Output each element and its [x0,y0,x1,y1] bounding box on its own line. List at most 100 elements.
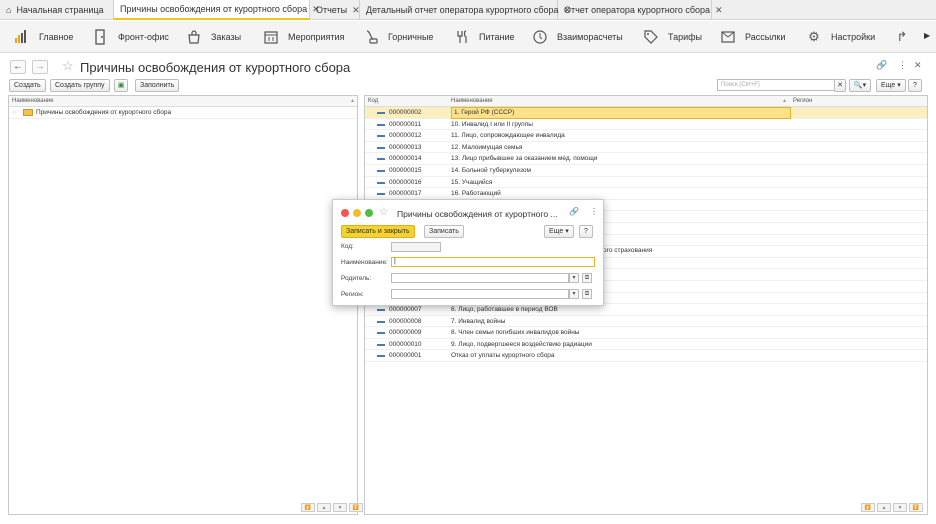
region-open-icon[interactable]: ⧉ [582,289,592,299]
tab-detailed-report[interactable]: Детальный отчет оператора курортного сбо… [360,0,571,20]
tab-home[interactable]: ⌂ Начальная страница [0,0,114,20]
list-navigation: ⏫ ▲ ▼ ⏬ [301,503,363,512]
row-code: 000000002 [389,109,422,116]
column-header-code[interactable]: Код [368,96,378,107]
row-name: 14. Больной туберкулезом [451,166,531,174]
parent-dropdown-icon[interactable]: ▾ [569,273,579,283]
tab-operator-report[interactable]: Отчет оператора курортного сбора ✕ [558,0,723,20]
menu-orders[interactable]: Заказы [186,21,241,53]
table-row[interactable]: 000000011 10. Инвалид I или II группы [365,119,927,131]
table-row[interactable]: 000000013 12. Малоимущая семья [365,142,927,154]
item-icon [377,158,385,161]
column-header-name[interactable]: Наименование ▴ [9,96,357,107]
table-row[interactable]: 000000008 7. Инвалид войны [365,316,927,328]
favorite-star-icon[interactable]: ☆ [62,58,74,74]
more-button[interactable]: Еще ▾ [544,225,574,238]
more-vertical-icon[interactable]: ⋮ [898,60,907,71]
table-row[interactable]: 000000010 9. Лицо, подвергшееся воздейств… [365,339,927,351]
region-dropdown-icon[interactable]: ▾ [569,289,579,299]
table-row[interactable]: 000000002 1. Герой РФ (СССР) [365,107,927,119]
column-header-region[interactable]: Регион [793,96,812,107]
more-vertical-icon[interactable]: ⋮ [590,207,598,216]
scroll-up-button[interactable]: ▲ [317,503,331,512]
scroll-down-button[interactable]: ▼ [333,503,347,512]
clear-search-button[interactable]: ✕ [834,79,846,92]
favorite-star-icon[interactable]: ☆ [379,205,389,218]
tab-reports[interactable]: Отчеты ✕ [310,0,360,20]
menu-label: Настройки [831,31,876,42]
save-button[interactable]: Записать [424,225,464,238]
excel-export-button[interactable]: ▣ [114,79,128,92]
menu-main[interactable]: Главное [14,21,73,53]
fill-button[interactable]: Заполнить [135,79,180,92]
menu-label: Заказы [211,31,242,42]
link-icon[interactable]: 🔗 [876,60,887,71]
menu-settings[interactable]: ⚙ Настройки [806,21,875,53]
scroll-first-button[interactable]: ⏫ [861,503,875,512]
table-row[interactable]: 000000016 15. Учащийся [365,177,927,189]
help-button[interactable]: ? [579,225,593,238]
table-row[interactable]: 000000009 8. Член семьи погибших инвалидо… [365,327,927,339]
forward-button[interactable]: → [32,60,48,74]
menu-food[interactable]: Питание [454,21,515,53]
save-and-close-button[interactable]: Записать и закрыть [341,225,415,238]
menu-mailings[interactable]: Рассылки [720,21,785,53]
region-field[interactable] [391,289,569,299]
row-name: 1. Герой РФ (СССР) [451,107,791,119]
sort-icon: ▴ [783,98,787,104]
menu-events[interactable]: Мероприятия [263,21,344,53]
menu-extra[interactable]: ↱ [894,21,919,53]
menu-front-office[interactable]: Фронт-офис [93,21,169,53]
close-icon[interactable]: ✕ [352,5,360,16]
search-button[interactable]: 🔍▾ [849,79,871,92]
row-name-text: 1. Герой РФ (СССР) [451,107,791,119]
list-header: Код Наименование ▴ Регион [365,96,927,107]
create-group-button[interactable]: Создать группу [50,79,110,92]
menu-tariffs[interactable]: Тарифы [643,21,702,53]
mail-icon [720,29,736,45]
maximize-dot-icon[interactable] [365,209,373,217]
scroll-last-button[interactable]: ⏬ [909,503,923,512]
column-header-name[interactable]: Наименование [451,96,493,107]
scroll-down-button[interactable]: ▼ [893,503,907,512]
close-icon[interactable]: ✕ [715,5,723,16]
scroll-last-button[interactable]: ⏬ [349,503,363,512]
tree-root-row[interactable]: ○ Причины освобождения от курортного сбо… [9,107,357,119]
table-row[interactable]: 000000012 11. Лицо, сопровождающее инвали… [365,130,927,142]
back-button[interactable]: ← [10,60,26,74]
close-dot-icon[interactable] [341,209,349,217]
parent-field[interactable] [391,273,569,283]
minimize-dot-icon[interactable] [353,209,361,217]
more-button[interactable]: Еще ▾ [876,79,906,92]
more-label: Еще [881,82,896,89]
row-code: 000000017 [389,190,422,198]
door-icon [93,28,109,45]
row-name: 10. Инвалид I или II группы [451,120,533,128]
scroll-first-button[interactable]: ⏫ [301,503,315,512]
code-label: Код: [341,243,354,250]
tab-reasons[interactable]: Причины освобождения от курортного сбора… [114,0,320,20]
expand-icon[interactable]: ○ [12,107,16,119]
code-field[interactable] [391,242,441,252]
search-input[interactable]: Поиск (Ctrl+F) [717,79,845,91]
table-row[interactable]: 000000017 16. Работающий [365,188,927,200]
exchange-icon [532,29,548,45]
close-icon[interactable]: ✕ [914,60,922,71]
name-field[interactable]: | [391,257,595,267]
sort-icon: ▴ [350,98,354,104]
table-row[interactable]: 000000014 13. Лицо прибывшее за оказанием… [365,153,927,165]
menu-maids[interactable]: Горничные [363,21,433,53]
table-row[interactable]: 000000001 Отказ от уплаты курортного сбор… [365,350,927,363]
menu-label: Рассылки [745,31,786,42]
link-icon[interactable]: 🔗 [569,207,579,216]
create-button[interactable]: Создать [9,79,46,92]
table-row[interactable]: 000000015 14. Больной туберкулезом [365,165,927,177]
form-header: ← → ☆ Причины освобождения от курортного… [0,55,936,77]
tab-label: Отчеты [316,5,348,15]
scroll-right-icon[interactable]: ▶ [924,31,930,40]
help-button[interactable]: ? [908,79,922,92]
parent-open-icon[interactable]: ⧉ [582,273,592,283]
scroll-up-button[interactable]: ▲ [877,503,891,512]
menu-settlements[interactable]: Взаиморасчеты [532,21,623,53]
row-name: Отказ от уплаты курортного сбора [451,352,555,360]
